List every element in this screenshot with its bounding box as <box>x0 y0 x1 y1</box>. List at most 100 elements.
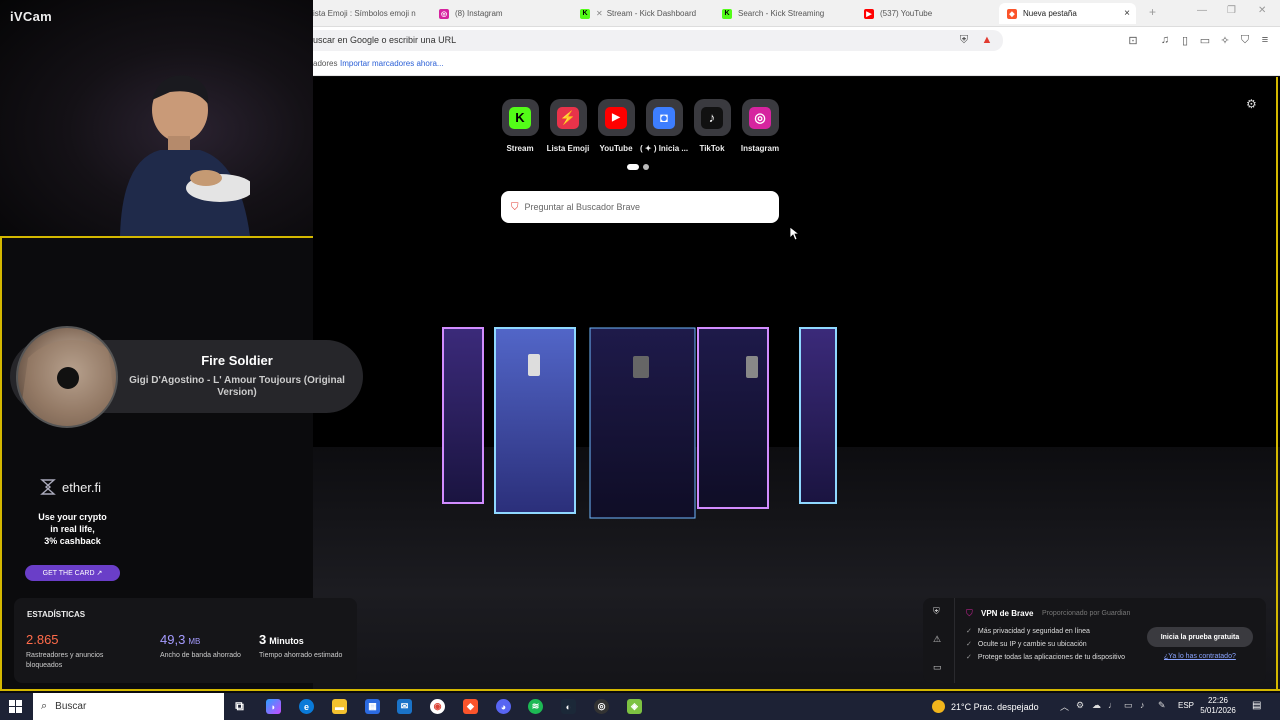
widget-rail: ⛨ ⚠ ▭ <box>923 598 955 683</box>
tagline-line: 3% cashback <box>44 536 101 546</box>
clock-date: 5/01/2026 <box>1200 706 1236 715</box>
notification-icon[interactable]: ▤ <box>1252 700 1261 711</box>
network-icon[interactable]: ▭ <box>1124 700 1133 711</box>
brave-icon[interactable]: ◆ <box>463 699 478 714</box>
page-dot-active[interactable] <box>627 164 639 170</box>
chrome-icon[interactable]: ◉ <box>430 699 445 714</box>
menu-icon[interactable]: ≡ <box>1258 33 1272 47</box>
tab-kick-search[interactable]: K Search - Kick Streaming <box>722 3 857 24</box>
sidebar-icon[interactable]: ▯ <box>1178 33 1192 47</box>
minimize-icon[interactable]: — <box>1197 5 1207 16</box>
reading-mode-icon[interactable]: ⊡ <box>1126 33 1140 47</box>
bookmarks-bar: adores Importar marcadores ahora... <box>313 54 1280 76</box>
frame-border <box>0 236 2 691</box>
instagram-icon: ◎ <box>439 8 449 19</box>
mail-icon[interactable]: ✉ <box>397 699 412 714</box>
kick-icon: K <box>509 106 531 129</box>
shortcut-label: YouTube <box>599 144 633 153</box>
bluestacks-icon[interactable]: ◈ <box>627 699 642 714</box>
close-window-icon[interactable]: ✕ <box>1258 5 1266 16</box>
brave-rewards-icon[interactable]: ▲ <box>980 33 994 47</box>
mouse-cursor-icon <box>790 227 800 241</box>
vpn-icon[interactable]: ⛉ <box>1238 33 1252 47</box>
tab-instagram[interactable]: ◎ (8) Instagram <box>439 3 569 24</box>
edge-icon[interactable]: e <box>299 699 314 714</box>
vpn-widget: ⛨ ⚠ ▭ ⛉ VPN de Brave Proporcionado por G… <box>923 598 1266 683</box>
file-explorer-icon[interactable]: ▬ <box>332 699 347 714</box>
maximize-icon[interactable]: ❐ <box>1227 5 1236 16</box>
pen-icon[interactable]: ✎ <box>1158 700 1166 711</box>
shortcut-label: Stream <box>506 144 534 153</box>
shortcut-inicia[interactable]: ◘ ( ✦ ) Inicia ... <box>640 99 688 153</box>
language-indicator[interactable]: ESP <box>1178 701 1194 710</box>
check-icon: ✓ <box>966 654 972 661</box>
stat-description: Tiempo ahorrado estimado <box>259 652 343 659</box>
feature-text: Oculte su IP y cambie su ubicación <box>977 641 1087 648</box>
weather-widget[interactable]: 21°C Prac. despejado <box>932 700 1039 713</box>
stat-unit: MB <box>188 637 201 646</box>
search-placeholder: Preguntar al Buscador Brave <box>524 202 641 212</box>
shortcut-instagram[interactable]: ◎ Instagram <box>736 99 784 153</box>
weather-text: 21°C Prac. despejado <box>951 701 1039 712</box>
gear-icon[interactable]: ⚙ <box>1246 97 1257 111</box>
obs-icon[interactable]: ◎ <box>594 699 609 714</box>
close-tab-icon[interactable]: × <box>1124 8 1130 19</box>
shortcut-label: Lista Emoji <box>546 144 590 153</box>
brave-search-box[interactable]: ⛉ Preguntar al Buscador Brave <box>501 191 779 223</box>
copilot-icon[interactable]: ◗ <box>266 699 281 714</box>
leo-ai-icon[interactable]: ✧ <box>1218 33 1232 47</box>
vpn-feature: ✓ Protege todas las aplicaciones de tu di… <box>966 653 1125 661</box>
shortcut-youtube[interactable]: ▶ YouTube <box>592 99 640 153</box>
shortcut-stream[interactable]: K Stream <box>496 99 544 153</box>
task-view-icon[interactable]: ⧉ <box>232 699 247 714</box>
microphone-icon[interactable]: ♩ <box>1108 700 1117 710</box>
discord-icon[interactable]: ◕ <box>496 699 511 714</box>
microsoft-store-icon[interactable]: ▦ <box>365 699 380 714</box>
brave-icon: ◆ <box>1007 8 1017 19</box>
tab-title: ista Emoji : Símbolos emoji n <box>313 9 416 18</box>
spotify-icon[interactable]: ≋ <box>528 699 543 714</box>
warning-icon[interactable]: ⚠ <box>933 634 941 645</box>
taskbar-search[interactable]: ⌕ Buscar <box>33 693 224 720</box>
sponsor-tagline: Use your crypto in real life, 3% cashbac… <box>20 511 125 547</box>
show-hidden-icons[interactable]: ︿ <box>1060 700 1069 713</box>
already-subscribed-link[interactable]: ¿Ya lo has contratado? <box>1164 653 1236 660</box>
tab-emoji[interactable]: ista Emoji : Símbolos emoji n <box>313 3 421 24</box>
etherfi-icon <box>40 479 56 495</box>
wallet-icon[interactable]: ▭ <box>1198 33 1212 47</box>
clock[interactable]: 22:26 5/01/2026 <box>1198 696 1238 716</box>
youtube-icon: ▶ <box>864 8 874 19</box>
kick-icon: K <box>580 8 590 19</box>
vpn-feature: ✓ Oculte su IP y cambie su ubicación <box>966 640 1087 648</box>
url-field[interactable]: uscar en Google o escribir una URL <box>313 30 1003 51</box>
shortcut-tiktok[interactable]: ♪ TikTok <box>688 99 736 153</box>
tab-youtube[interactable]: ▶ (537) YouTube <box>864 3 999 24</box>
roblox-icon: ◘ <box>653 106 675 129</box>
onedrive-icon[interactable]: ☁ <box>1092 700 1101 711</box>
steam-icon[interactable]: ◐ <box>561 699 576 714</box>
get-the-card-button[interactable]: GET THE CARD ↗ <box>25 565 120 581</box>
tab-new-tab[interactable]: ◆ Nueva pestaña × <box>999 3 1136 24</box>
volume-icon[interactable]: ♪ <box>1140 700 1145 710</box>
shortcut-lista-emoji[interactable]: ⚡ Lista Emoji <box>544 99 592 153</box>
search-placeholder: Buscar <box>55 701 87 712</box>
tab-kick-dashboard[interactable]: K ✕ Stream - Kick Dashboard <box>580 3 715 24</box>
etherfi-logo: ether.fi <box>38 477 101 497</box>
tab-title: Search - Kick Streaming <box>738 9 825 18</box>
import-bookmarks-link[interactable]: Importar marcadores ahora... <box>340 59 444 68</box>
brave-shields-icon[interactable]: ⛨ <box>957 33 971 47</box>
folder-icon[interactable]: ▭ <box>933 662 942 673</box>
page-dot[interactable] <box>643 164 649 170</box>
start-trial-button[interactable]: Inicia la prueba gratuita <box>1147 627 1253 647</box>
shield-icon[interactable]: ⛨ <box>933 606 940 617</box>
new-tab-button[interactable]: + <box>1149 5 1156 19</box>
background-cards-image <box>442 327 837 519</box>
tray-app-icon[interactable]: ⚙ <box>1076 700 1084 711</box>
stat-description: Ancho de banda ahorrado <box>160 652 241 659</box>
stat-time: 3 Minutos Tiempo ahorrado estimado <box>259 631 354 661</box>
frame-border <box>1276 77 1278 689</box>
streamer-video <box>120 75 250 236</box>
frame-border <box>0 689 1280 691</box>
media-icon[interactable]: ♫ <box>1158 33 1172 47</box>
windows-start-icon[interactable] <box>9 700 22 713</box>
